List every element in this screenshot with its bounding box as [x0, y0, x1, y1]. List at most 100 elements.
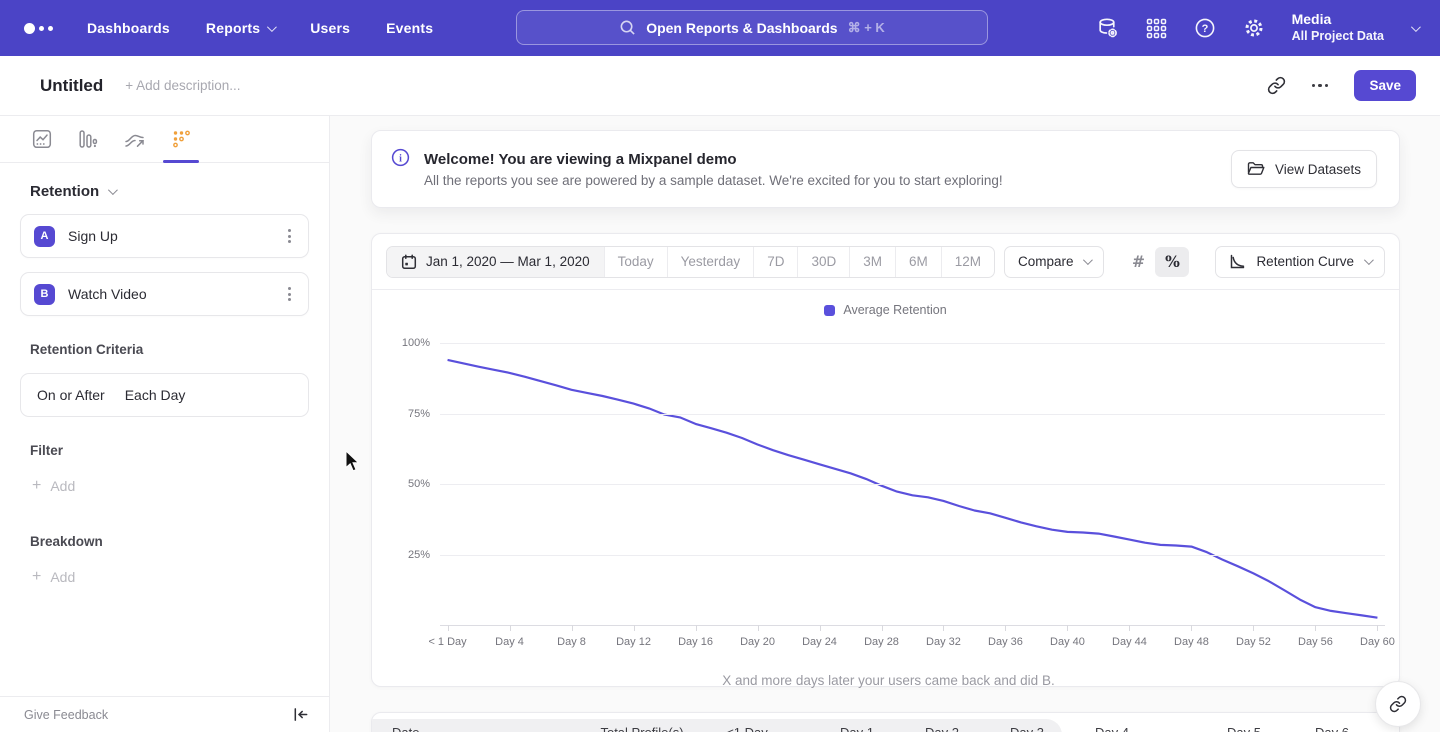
- mixpanel-logo[interactable]: [24, 23, 53, 34]
- help-icon[interactable]: ?: [1194, 17, 1216, 39]
- chevron-down-icon: [1083, 255, 1093, 265]
- kebab-menu-icon[interactable]: [284, 283, 295, 305]
- x-axis-label: Day 52: [1236, 636, 1271, 648]
- settings-gear-icon[interactable]: [1243, 17, 1265, 39]
- x-axis-label: Day 20: [740, 636, 775, 648]
- nav-item-events[interactable]: Events: [386, 20, 433, 36]
- sidebar-content: Retention ASign UpBWatch Video Retention…: [0, 163, 329, 696]
- add-filter-button[interactable]: + Add: [20, 478, 309, 494]
- x-axis-label: Day 56: [1298, 636, 1333, 648]
- table-column-header[interactable]: Date: [392, 725, 419, 732]
- x-axis-label: Day 4: [495, 636, 524, 648]
- date-preset-12m[interactable]: 12M: [941, 247, 994, 277]
- absolute-numbers-toggle[interactable]: #: [1121, 247, 1155, 277]
- date-preset-6m[interactable]: 6M: [895, 247, 941, 277]
- svg-text:?: ?: [1201, 23, 1208, 35]
- x-axis-tick: [572, 625, 573, 631]
- project-scope: All Project Data: [1292, 29, 1384, 45]
- chart-toolbar: Jan 1, 2020 — Mar 1, 2020 TodayYesterday…: [372, 234, 1399, 290]
- legend-label: Average Retention: [843, 303, 946, 317]
- x-axis-label: Day 40: [1050, 636, 1085, 648]
- copy-link-icon[interactable]: [1267, 76, 1286, 95]
- sidebar-footer: Give Feedback: [0, 696, 329, 732]
- tab-funnels[interactable]: [78, 116, 98, 162]
- x-axis-tick: [820, 625, 821, 631]
- flows-icon: [124, 129, 145, 149]
- chart-type-dropdown[interactable]: Retention Curve: [1215, 246, 1385, 278]
- plus-icon: +: [32, 569, 41, 585]
- share-link-fab[interactable]: [1375, 681, 1421, 727]
- table-column-header[interactable]: <1 Day: [726, 725, 768, 732]
- x-axis-label: Day 8: [557, 636, 586, 648]
- x-axis-tick: [1067, 625, 1068, 631]
- retention-section-header[interactable]: Retention: [20, 183, 309, 200]
- x-axis-label: Day 48: [1174, 636, 1209, 648]
- x-axis-tick: [943, 625, 944, 631]
- table-column-header[interactable]: Day 5: [1227, 725, 1261, 732]
- tab-insights[interactable]: [32, 116, 52, 162]
- date-range-picker[interactable]: Jan 1, 2020 — Mar 1, 2020: [387, 247, 604, 277]
- nav-item-users[interactable]: Users: [310, 20, 350, 36]
- give-feedback-link[interactable]: Give Feedback: [24, 708, 108, 722]
- add-breakdown-label: Add: [50, 569, 75, 585]
- chevron-down-icon[interactable]: [1411, 22, 1421, 32]
- retention-step-a[interactable]: ASign Up: [20, 214, 309, 258]
- table-column-header[interactable]: Day 6: [1315, 725, 1349, 732]
- retention-chart-plot: < 1 DayDay 4Day 8Day 12Day 16Day 20Day 2…: [388, 325, 1389, 677]
- date-preset-30d[interactable]: 30D: [797, 247, 849, 277]
- chevron-down-icon: [267, 22, 277, 32]
- table-column-header[interactable]: Day 1: [840, 725, 874, 732]
- nav-item-reports[interactable]: Reports: [206, 20, 274, 36]
- add-breakdown-button[interactable]: + Add: [20, 569, 309, 585]
- query-builder-sidebar: Retention ASign UpBWatch Video Retention…: [0, 116, 330, 732]
- plus-icon: +: [32, 478, 41, 494]
- filter-label: Filter: [20, 443, 309, 458]
- table-column-header[interactable]: Day 2: [925, 725, 959, 732]
- insights-icon: [32, 129, 52, 149]
- project-switcher[interactable]: Media All Project Data: [1292, 11, 1384, 44]
- nav-item-dashboards[interactable]: Dashboards: [87, 20, 170, 36]
- retention-step-b[interactable]: BWatch Video: [20, 272, 309, 316]
- data-management-icon[interactable]: [1096, 17, 1119, 40]
- date-preset-yesterday[interactable]: Yesterday: [667, 247, 754, 277]
- table-column-header[interactable]: Day 4: [1095, 725, 1129, 732]
- compare-button[interactable]: Compare: [1004, 246, 1104, 278]
- report-title[interactable]: Untitled: [40, 76, 103, 96]
- percentage-toggle[interactable]: %: [1155, 247, 1189, 277]
- apps-grid-icon[interactable]: [1146, 18, 1167, 39]
- link-icon: [1389, 695, 1407, 713]
- date-preset-7d[interactable]: 7D: [753, 247, 797, 277]
- add-description-field[interactable]: + Add description...: [125, 78, 240, 93]
- table-column-header[interactable]: Total Profile(s): [600, 725, 683, 732]
- more-options-icon[interactable]: [1312, 84, 1329, 88]
- date-preset-3m[interactable]: 3M: [849, 247, 895, 277]
- legend-swatch: [824, 305, 835, 316]
- table-column-header[interactable]: Day 3: [1010, 725, 1044, 732]
- retention-curve-icon: [1229, 253, 1246, 270]
- collapse-sidebar-icon[interactable]: [292, 706, 309, 723]
- funnels-icon: [78, 129, 98, 149]
- kebab-menu-icon[interactable]: [284, 225, 295, 247]
- save-button[interactable]: Save: [1354, 70, 1416, 101]
- view-datasets-button[interactable]: View Datasets: [1231, 150, 1377, 188]
- criteria-occurrence[interactable]: On or After: [37, 387, 105, 403]
- plot-inner: < 1 DayDay 4Day 8Day 12Day 16Day 20Day 2…: [440, 325, 1385, 645]
- retention-icon: [171, 129, 191, 149]
- retention-line-chart[interactable]: [440, 325, 1385, 645]
- tab-flows[interactable]: [124, 116, 145, 162]
- retention-table-card: Date Total Profile(s) <1 Day Day 1 Day 2 Day …: [371, 712, 1400, 732]
- x-axis-label: Day 12: [616, 636, 651, 648]
- criteria-interval[interactable]: Each Day: [125, 387, 186, 403]
- global-search-input[interactable]: Open Reports & Dashboards ⌘ + K: [516, 10, 988, 45]
- x-axis-tick: [882, 625, 883, 631]
- average-retention-series: [448, 360, 1378, 618]
- search-shortcut: ⌘ + K: [848, 20, 885, 36]
- tab-retention[interactable]: [171, 116, 191, 162]
- step-event-label: Watch Video: [68, 286, 147, 302]
- date-preset-today[interactable]: Today: [604, 247, 667, 277]
- folder-icon: [1247, 161, 1265, 177]
- chevron-down-icon: [108, 185, 118, 195]
- x-axis-tick: [510, 625, 511, 631]
- x-axis-label: Day 36: [988, 636, 1023, 648]
- report-type-tabs: [0, 116, 329, 163]
